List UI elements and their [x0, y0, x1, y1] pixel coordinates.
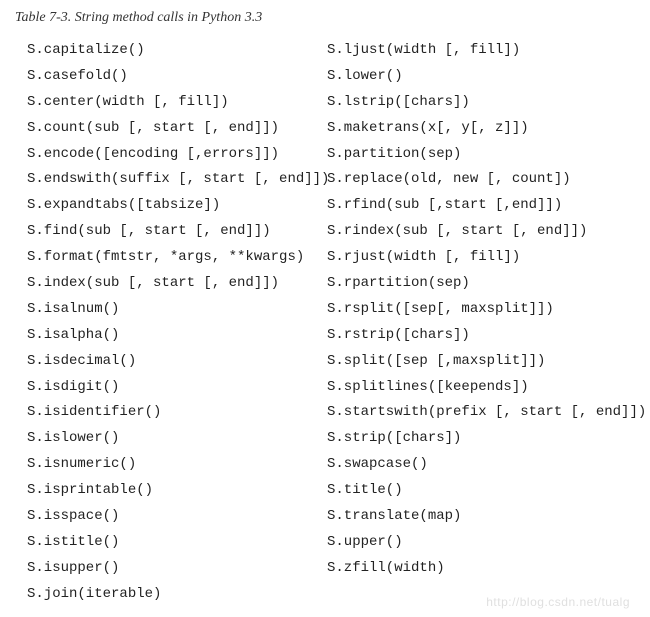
method-entry: S.startswith(prefix [, start [, end]]): [327, 400, 646, 426]
method-entry: S.expandtabs([tabsize]): [27, 193, 327, 219]
method-entry: S.isalnum(): [27, 297, 327, 323]
method-entry: S.rpartition(sep): [327, 271, 646, 297]
method-entry: S.isspace(): [27, 504, 327, 530]
method-entry: S.center(width [, fill]): [27, 90, 327, 116]
method-entry: S.title(): [327, 478, 646, 504]
method-entry: S.endswith(suffix [, start [, end]]): [27, 167, 327, 193]
column-right: S.ljust(width [, fill])S.lower()S.lstrip…: [327, 38, 646, 608]
method-entry: S.replace(old, new [, count]): [327, 167, 646, 193]
method-entry: S.isnumeric(): [27, 452, 327, 478]
method-entry: S.isupper(): [27, 556, 327, 582]
watermark: http://blog.csdn.net/tualg: [486, 595, 630, 609]
method-entry: S.istitle(): [27, 530, 327, 556]
method-entry: S.join(iterable): [27, 582, 327, 608]
method-entry: S.isalpha(): [27, 323, 327, 349]
method-entry: S.casefold(): [27, 64, 327, 90]
method-entry: S.rindex(sub [, start [, end]]): [327, 219, 646, 245]
method-entry: S.zfill(width): [327, 556, 646, 582]
method-entry: S.partition(sep): [327, 142, 646, 168]
method-entry: S.upper(): [327, 530, 646, 556]
method-entry: S.lower(): [327, 64, 646, 90]
table-caption: Table 7-3. String method calls in Python…: [15, 10, 635, 26]
method-entry: S.maketrans(x[, y[, z]]): [327, 116, 646, 142]
method-entry: S.split([sep [,maxsplit]]): [327, 349, 646, 375]
method-entry: S.encode([encoding [,errors]]): [27, 142, 327, 168]
method-entry: S.rsplit([sep[, maxsplit]]): [327, 297, 646, 323]
method-entry: S.capitalize(): [27, 38, 327, 64]
method-entry: S.isdigit(): [27, 375, 327, 401]
method-entry: S.isidentifier(): [27, 400, 327, 426]
method-entry: S.format(fmtstr, *args, **kwargs): [27, 245, 327, 271]
method-entry: S.splitlines([keepends]): [327, 375, 646, 401]
method-entry: S.isdecimal(): [27, 349, 327, 375]
method-entry: S.rstrip([chars]): [327, 323, 646, 349]
method-entry: S.ljust(width [, fill]): [327, 38, 646, 64]
method-entry: S.lstrip([chars]): [327, 90, 646, 116]
method-entry: S.index(sub [, start [, end]]): [27, 271, 327, 297]
method-entry: S.swapcase(): [327, 452, 646, 478]
method-entry: S.translate(map): [327, 504, 646, 530]
method-entry: S.count(sub [, start [, end]]): [27, 116, 327, 142]
method-entry: S.find(sub [, start [, end]]): [27, 219, 327, 245]
method-entry: S.isprintable(): [27, 478, 327, 504]
method-entry: S.rfind(sub [,start [,end]]): [327, 193, 646, 219]
methods-table: S.capitalize()S.casefold()S.center(width…: [15, 38, 635, 608]
column-left: S.capitalize()S.casefold()S.center(width…: [27, 38, 327, 608]
method-entry: S.islower(): [27, 426, 327, 452]
method-entry: S.rjust(width [, fill]): [327, 245, 646, 271]
method-entry: S.strip([chars]): [327, 426, 646, 452]
